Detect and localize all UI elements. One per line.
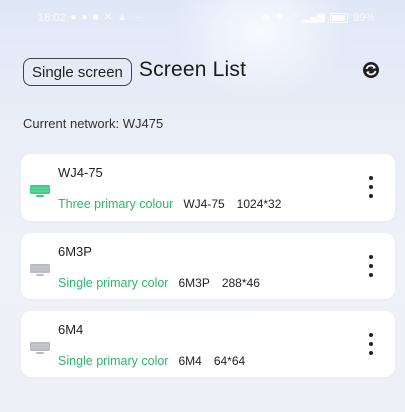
app-icon: ■ (92, 12, 99, 23)
notification-icon: ▲ (117, 12, 127, 23)
screen-card[interactable]: 6M4 Single primary color 6M4 64*64 (21, 311, 395, 377)
led-screen-icon (30, 185, 50, 197)
led-screen-icon (30, 342, 50, 354)
screen-details: Single primary color 6M4 64*64 (58, 354, 245, 368)
battery-icon (329, 13, 348, 23)
screen-name: 6M3P (58, 244, 92, 259)
screen-name: 6M4 (58, 322, 84, 337)
status-bar: 16:02 ● ● ■ ✕ ▲ ··· ◉ ✱ ◠ ▂▄▆ 99% (0, 0, 405, 36)
battery-level: 99% (352, 12, 375, 24)
refresh-icon (363, 62, 379, 78)
screen-name: WJ4-75 (58, 165, 103, 180)
screen-list: WJ4-75 Three primary colour WJ4-75 1024*… (21, 154, 395, 389)
color-type: Single primary color (58, 276, 169, 290)
page-title: Screen List (138, 58, 247, 81)
led-screen-icon (30, 264, 50, 276)
network-name: WJ475 (122, 116, 164, 131)
status-right: ◉ ✱ ◠ ▂▄▆ 99% (262, 12, 375, 24)
header: Single screen Screen List (23, 52, 383, 88)
led-screen-icon-body (30, 342, 50, 351)
notification-icon: ● (81, 12, 88, 23)
screen-model: 6M3P (178, 276, 210, 290)
screen-model: 6M4 (178, 354, 202, 368)
led-screen-icon-stand (36, 274, 44, 276)
penguin-icon: ● (70, 12, 77, 23)
notification-icon: ✕ (103, 12, 113, 23)
led-screen-icon-stand (36, 352, 44, 354)
refresh-button[interactable] (359, 58, 383, 82)
status-time: 16:02 (38, 12, 66, 24)
wifi-icon: ◠ (288, 12, 298, 23)
led-screen-icon-body (30, 264, 50, 273)
screen-card[interactable]: 6M3P Single primary color 6M3P 288*46 (21, 233, 395, 299)
single-screen-button[interactable]: Single screen (23, 58, 132, 86)
network-label: Current network: (23, 116, 120, 131)
status-left: 16:02 ● ● ■ ✕ ▲ ··· (38, 12, 142, 24)
more-options-button[interactable] (367, 176, 375, 198)
more-options-button[interactable] (367, 333, 375, 355)
more-options-button[interactable] (367, 255, 375, 277)
color-type: Single primary color (58, 354, 169, 368)
more-notifications-icon: ··· (131, 12, 142, 23)
signal-icon: ▂▄▆ (302, 12, 325, 23)
screen-model: WJ4-75 (183, 197, 225, 211)
bluetooth-icon: ✱ (275, 12, 284, 23)
led-screen-icon-body (30, 185, 50, 194)
led-screen-icon-stand (36, 195, 44, 197)
screen-resolution: 64*64 (213, 354, 246, 368)
screen-card[interactable]: WJ4-75 Three primary colour WJ4-75 1024*… (21, 154, 395, 221)
screen-details: Three primary colour WJ4-75 1024*32 (58, 197, 281, 211)
screen-resolution: 1024*32 (236, 197, 282, 211)
screen-resolution: 288*46 (221, 276, 260, 290)
current-network: Current network: WJ475 (23, 116, 163, 131)
alarm-icon: ◉ (261, 12, 271, 23)
screen-details: Single primary color 6M3P 288*46 (58, 276, 260, 290)
color-type: Three primary colour (58, 197, 174, 211)
